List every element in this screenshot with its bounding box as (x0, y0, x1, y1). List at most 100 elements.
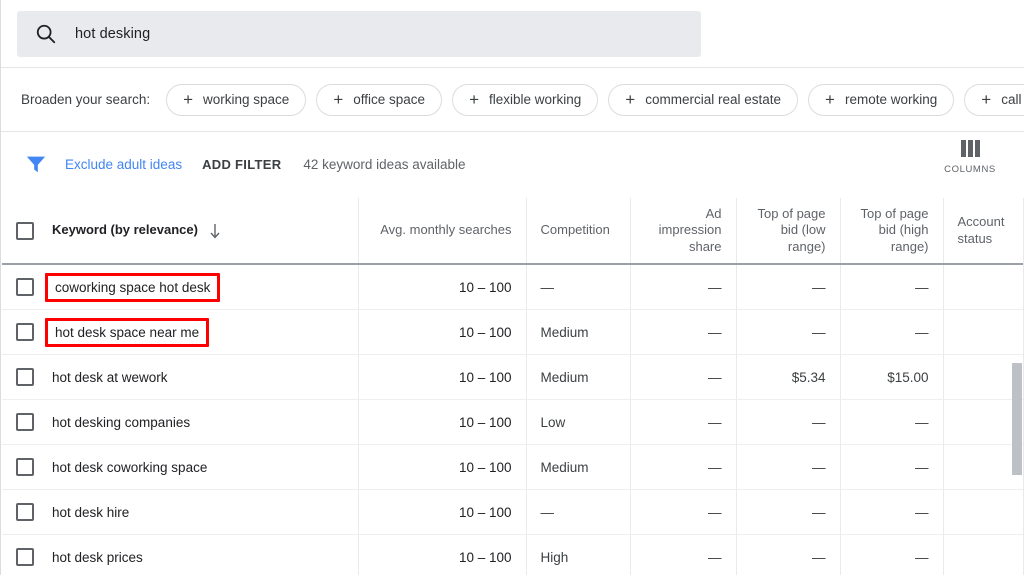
cell-value: Low (541, 415, 566, 430)
keyword-text: coworking space hot desk (45, 273, 220, 302)
cell-value: Medium (541, 460, 589, 475)
plus-icon: + (183, 91, 193, 108)
cell-ad-impression-share: — (630, 400, 736, 445)
cell-competition: High (526, 535, 630, 575)
chip-label: office space (353, 92, 425, 107)
cell-value: — (708, 325, 722, 340)
column-header-label: Top of page bid (high range) (855, 206, 929, 256)
plus-icon: + (981, 91, 991, 108)
table-row[interactable]: hot desk hire 10 – 100 — — — (2, 490, 1024, 535)
vertical-scrollbar[interactable] (1012, 258, 1022, 575)
columns-button-label: COLUMNS (944, 164, 996, 175)
cell-top-of-page-bid-low: — (736, 535, 840, 575)
cell-value: 10 – 100 (459, 505, 512, 520)
column-header-ad-impression-share[interactable]: Ad impression share (630, 198, 736, 264)
cell-top-of-page-bid-low: — (736, 264, 840, 310)
chip-label: flexible working (489, 92, 581, 107)
chip-label: working space (203, 92, 289, 107)
keyword-ideas-available-count: 42 keyword ideas available (303, 157, 465, 172)
exclude-adult-ideas-link[interactable]: Exclude adult ideas (65, 157, 182, 172)
columns-icon (961, 140, 980, 157)
row-checkbox[interactable] (16, 278, 34, 296)
plus-icon: + (825, 91, 835, 108)
cell-ad-impression-share: — (630, 535, 736, 575)
cell-keyword: hot desking companies (2, 400, 358, 445)
cell-avg-monthly-searches: 10 – 100 (358, 490, 526, 535)
row-checkbox[interactable] (16, 503, 34, 521)
row-checkbox[interactable] (16, 368, 34, 386)
cell-keyword: hot desk coworking space (2, 445, 358, 490)
table-row[interactable]: hot desk coworking space 10 – 100 Medium… (2, 445, 1024, 490)
cell-value: — (915, 325, 929, 340)
broaden-chip-list: + working space + office space + flexibl… (166, 84, 1024, 116)
cell-top-of-page-bid-low: $5.34 (736, 355, 840, 400)
cell-competition: Medium (526, 445, 630, 490)
cell-avg-monthly-searches: 10 – 100 (358, 310, 526, 355)
keyword-ideas-table: Keyword (by relevance) Avg. monthly (2, 198, 1024, 575)
table-row[interactable]: hot desk prices 10 – 100 High — — (2, 535, 1024, 575)
broaden-chip-call-recording[interactable]: + call recording (964, 84, 1024, 116)
cell-value: — (915, 280, 929, 295)
cell-value: Medium (541, 370, 589, 385)
column-header-account-status[interactable]: Account status (943, 198, 1024, 264)
select-all-checkbox[interactable] (16, 222, 34, 240)
cell-keyword: hot desk space near me (2, 310, 358, 355)
cell-value: — (812, 460, 826, 475)
cell-top-of-page-bid-low: — (736, 400, 840, 445)
search-region: hot desking (1, 0, 1024, 68)
column-header-competition[interactable]: Competition (526, 198, 630, 264)
keyword-text: hot desk space near me (45, 318, 209, 347)
cell-value: 10 – 100 (459, 280, 512, 295)
cell-value: — (708, 370, 722, 385)
cell-value: Medium (541, 325, 589, 340)
column-header-top-of-page-bid-low[interactable]: Top of page bid (low range) (736, 198, 840, 264)
row-checkbox[interactable] (16, 548, 34, 566)
broaden-chip-office-space[interactable]: + office space (316, 84, 442, 116)
table-row[interactable]: hot desk at wework 10 – 100 Medium — $5.… (2, 355, 1024, 400)
cell-value: — (812, 280, 826, 295)
columns-button[interactable]: COLUMNS (938, 140, 1002, 175)
cell-ad-impression-share: — (630, 445, 736, 490)
row-checkbox[interactable] (16, 323, 34, 341)
sort-descending-icon[interactable] (208, 223, 222, 239)
column-header-avg-monthly-searches[interactable]: Avg. monthly searches (358, 198, 526, 264)
cell-top-of-page-bid-high: — (840, 400, 943, 445)
chip-label: remote working (845, 92, 937, 107)
row-checkbox[interactable] (16, 458, 34, 476)
table-row[interactable]: hot desk space near me 10 – 100 Medium —… (2, 310, 1024, 355)
table-row[interactable]: coworking space hot desk 10 – 100 — — — (2, 264, 1024, 310)
cell-value: — (915, 415, 929, 430)
cell-value: — (915, 460, 929, 475)
broaden-chip-remote-working[interactable]: + remote working (808, 84, 954, 116)
cell-value: — (812, 505, 826, 520)
row-checkbox[interactable] (16, 413, 34, 431)
cell-value: 10 – 100 (459, 370, 512, 385)
cell-value: $5.34 (792, 370, 826, 385)
cell-ad-impression-share: — (630, 264, 736, 310)
cell-top-of-page-bid-high: — (840, 310, 943, 355)
filter-funnel-icon[interactable] (25, 153, 47, 175)
cell-top-of-page-bid-low: — (736, 310, 840, 355)
keyword-planner-app: hot desking Broaden your search: + worki… (0, 0, 1024, 575)
broaden-your-search-row: Broaden your search: + working space + o… (1, 68, 1024, 132)
column-header-keyword[interactable]: Keyword (by relevance) (2, 198, 358, 264)
vertical-scrollbar-thumb[interactable] (1012, 363, 1022, 475)
cell-top-of-page-bid-high: — (840, 535, 943, 575)
plus-icon: + (625, 91, 635, 108)
cell-value: High (541, 550, 569, 565)
cell-value: — (812, 415, 826, 430)
broaden-chip-commercial-real-estate[interactable]: + commercial real estate (608, 84, 798, 116)
broaden-chip-working-space[interactable]: + working space (166, 84, 306, 116)
add-filter-button[interactable]: ADD FILTER (202, 157, 281, 172)
cell-avg-monthly-searches: 10 – 100 (358, 535, 526, 575)
column-header-top-of-page-bid-high[interactable]: Top of page bid (high range) (840, 198, 943, 264)
cell-competition: — (526, 264, 630, 310)
search-input[interactable]: hot desking (17, 11, 701, 57)
cell-keyword: coworking space hot desk (2, 264, 358, 310)
cell-top-of-page-bid-high: — (840, 264, 943, 310)
table-row[interactable]: hot desking companies 10 – 100 Low — — (2, 400, 1024, 445)
plus-icon: + (333, 91, 343, 108)
broaden-chip-flexible-working[interactable]: + flexible working (452, 84, 598, 116)
cell-value: 10 – 100 (459, 550, 512, 565)
cell-value: 10 – 100 (459, 460, 512, 475)
